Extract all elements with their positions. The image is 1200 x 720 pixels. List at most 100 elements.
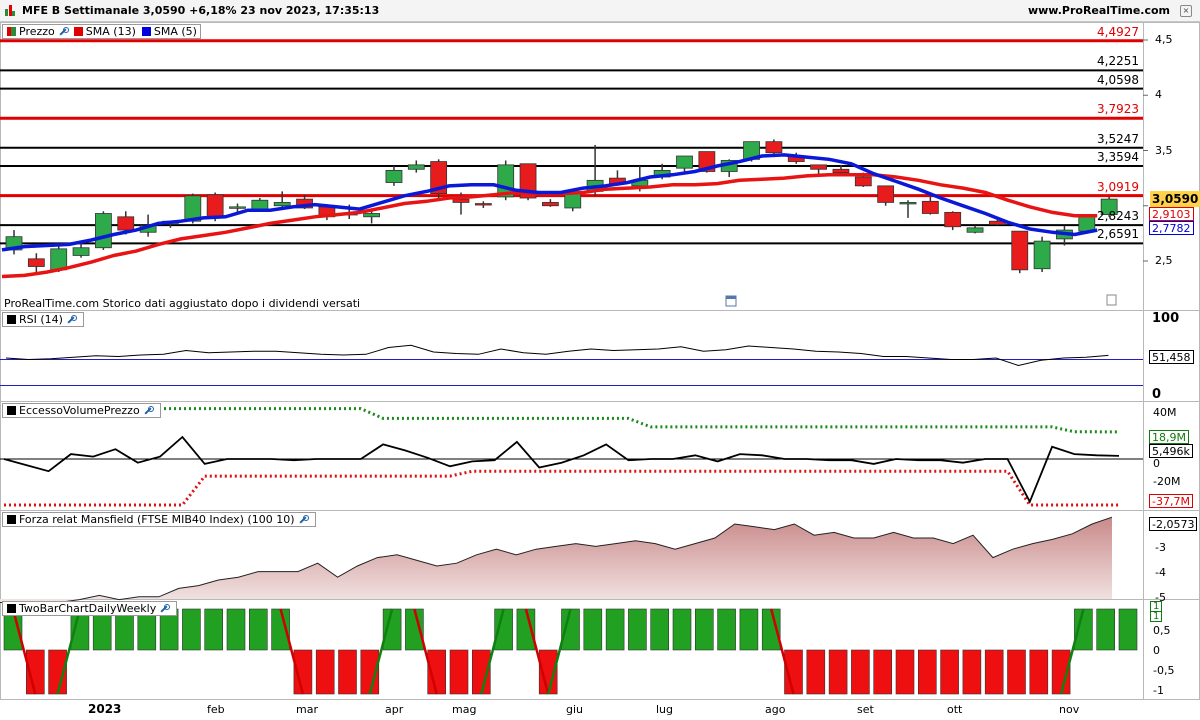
volume-upper-band xyxy=(4,407,1120,434)
candle-body xyxy=(72,247,90,256)
rsi-swatch xyxy=(7,315,16,324)
price-tick: 4 xyxy=(1155,88,1162,102)
volume-legend: EccessoVolumePrezzo xyxy=(2,403,161,418)
x-axis-month: set xyxy=(857,703,874,716)
twobar-red-bar xyxy=(895,649,915,695)
sma13-tag: 2,9103 xyxy=(1149,207,1194,221)
twobar-red-bar xyxy=(1007,649,1026,695)
level-label: 3,3594 xyxy=(1097,150,1139,165)
wrench-icon[interactable] xyxy=(159,603,171,614)
sma13-swatch xyxy=(73,27,83,36)
calendar-icon xyxy=(726,296,736,299)
x-axis-month: giu xyxy=(566,703,584,716)
site-label[interactable]: www.ProRealTime.com xyxy=(1028,4,1170,17)
twobar-red-bar xyxy=(1029,649,1049,695)
twobar-green-bar xyxy=(249,608,268,651)
twobar-red-bar xyxy=(962,649,982,695)
twobar-red-bar xyxy=(449,649,469,695)
rsi-line xyxy=(5,344,1109,367)
level-label: 3,5247 xyxy=(1097,131,1139,146)
twobar-red-bar xyxy=(828,649,848,695)
twobar-green-bar xyxy=(1096,608,1115,651)
x-axis-month: mar xyxy=(296,703,318,716)
info-icon xyxy=(1106,294,1117,306)
volume-value-tag: 5,496k xyxy=(1149,444,1193,458)
candle-body xyxy=(251,199,269,210)
twobar-green-bar xyxy=(628,608,647,651)
price-legend: Prezzo SMA (13) SMA (5) xyxy=(2,24,201,39)
mansfield-legend: Forza relat Mansfield (FTSE MIB40 Index)… xyxy=(2,512,316,527)
twobar-red-bar xyxy=(806,649,826,695)
twobar-legend: TwoBarChartDailyWeekly xyxy=(2,601,178,616)
wrench-icon[interactable] xyxy=(143,405,154,416)
candle-body xyxy=(452,198,470,203)
twobar-green-bar xyxy=(717,608,736,651)
candle-body xyxy=(1078,216,1096,232)
mansfield-tick-4: -4 xyxy=(1155,566,1166,579)
panel-frame xyxy=(0,401,1200,511)
title-bar: MFE B Settimanale 3,0590 +6,18% 23 nov 2… xyxy=(0,0,1200,22)
wrench-icon[interactable] xyxy=(298,514,309,525)
mansfield-area xyxy=(0,517,1112,608)
chart-window: MFE B Settimanale 3,0590 +6,18% 23 nov 2… xyxy=(0,0,1200,720)
twobar-green-bar xyxy=(226,608,246,651)
candle-body xyxy=(474,203,492,206)
candle-body xyxy=(899,202,917,205)
mansfield-value-tag: -2,0573 xyxy=(1149,517,1198,531)
rsi-tick-100: 100 xyxy=(1152,311,1180,326)
wrench-icon[interactable] xyxy=(58,26,69,37)
candle-body xyxy=(765,141,783,154)
x-axis-month: ott xyxy=(947,703,963,716)
mansfield-tick-3: -3 xyxy=(1155,541,1166,554)
level-label: 4,4927 xyxy=(1097,24,1139,39)
sma5-tag: 2,7782 xyxy=(1149,221,1194,235)
volume-upper-tag: 18,9M xyxy=(1149,430,1189,444)
candle-body xyxy=(854,176,872,187)
price-swatch xyxy=(7,27,16,36)
twobar-red-bar xyxy=(984,649,1004,695)
candle-body xyxy=(229,206,246,209)
x-axis-month: feb xyxy=(207,703,225,716)
legend-sma5-label: SMA (5) xyxy=(153,25,197,38)
twobar-red-bar xyxy=(940,649,959,695)
candle-body xyxy=(363,213,381,218)
price-tick: 2,5 xyxy=(1155,254,1173,267)
x-axis-month: mag xyxy=(452,703,477,716)
x-axis-month: ago xyxy=(765,703,786,716)
candle-body xyxy=(944,211,962,228)
twobar-green-bar xyxy=(650,608,670,651)
sma5-swatch xyxy=(141,27,151,36)
level-label: 4,0598 xyxy=(1097,72,1139,87)
twobar-red-bar xyxy=(851,649,870,695)
volume-tick-20m: -20M xyxy=(1153,475,1181,488)
twobar-swatch xyxy=(7,604,16,613)
twobar-red-bar xyxy=(315,649,335,695)
last-price-tag: 3,0590 xyxy=(1150,191,1200,207)
volume-legend-label: EccessoVolumePrezzo xyxy=(19,404,140,417)
rsi-value-tag: 51,458 xyxy=(1149,350,1194,364)
twobar-green-bar xyxy=(739,608,759,651)
level-label: 2,6591 xyxy=(1097,227,1139,242)
x-axis-month: nov xyxy=(1059,703,1080,716)
chart-canvas xyxy=(0,22,1200,700)
candle-body xyxy=(206,194,224,218)
candle-body xyxy=(832,168,850,174)
x-axis-year: 2023 xyxy=(88,702,122,716)
wrench-icon[interactable] xyxy=(66,314,77,325)
twobar-green-bar xyxy=(694,608,714,651)
rsi-legend-label: RSI (14) xyxy=(19,313,63,326)
level-label: 2,8243 xyxy=(1097,209,1139,224)
candle-body xyxy=(542,202,559,207)
candle-body xyxy=(877,185,895,203)
mansfield-swatch xyxy=(7,515,16,524)
candle-body xyxy=(966,227,984,233)
twobar-top-tag-2: 1 xyxy=(1150,611,1163,622)
data-note: ProRealTime.com Storico dati aggiustato … xyxy=(4,297,361,310)
legend-sma13-label: SMA (13) xyxy=(85,25,136,38)
candle-body xyxy=(117,216,135,231)
volume-tick-40m: 40M xyxy=(1153,406,1177,419)
twobar-legend-label: TwoBarChartDailyWeekly xyxy=(19,602,157,615)
chart-title: MFE B Settimanale 3,0590 +6,18% 23 nov 2… xyxy=(22,4,380,17)
volume-line xyxy=(3,435,1120,504)
close-icon[interactable]: × xyxy=(1180,5,1192,17)
